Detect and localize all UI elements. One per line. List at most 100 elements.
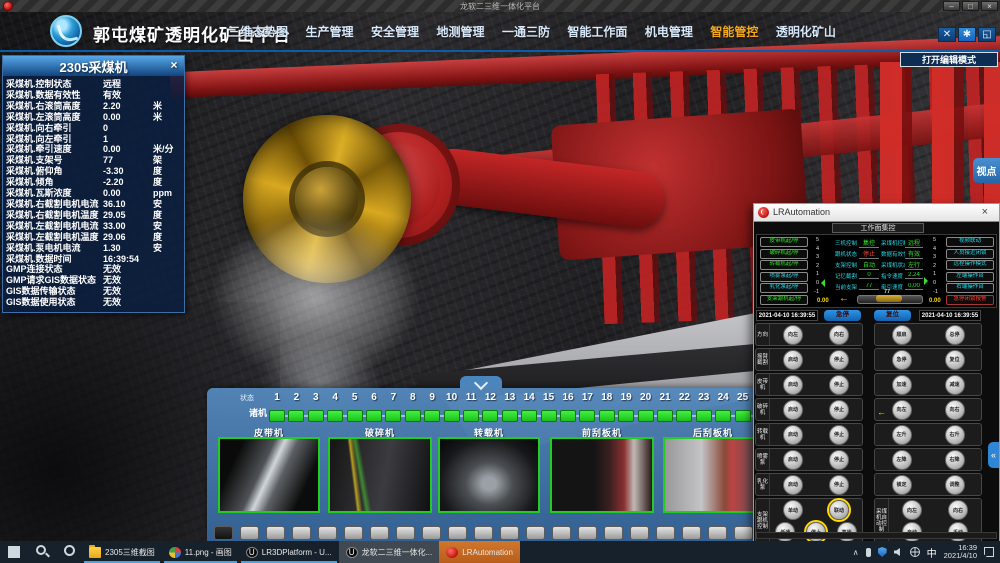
taskbar-item[interactable]: 2305三维截图 [82,541,162,563]
nav-item[interactable]: 生产管理 [305,23,353,40]
close-icon[interactable]: × [167,58,181,72]
restore-icon[interactable]: ◱ [978,27,996,42]
round-button[interactable]: 向左 [783,325,803,345]
round-button[interactable]: 左降 [892,450,912,470]
round-button[interactable]: 向右 [829,325,849,345]
round-button[interactable]: 停止 [829,375,849,395]
round-button[interactable]: 启动 [783,475,803,495]
ime-indicator[interactable]: 中 [927,545,937,560]
workface-control-tab[interactable]: 工作面集控 [832,223,924,233]
nav-item[interactable]: 三维态势图 [228,23,288,40]
taskbar-item[interactable]: ULR3DPlatform - U... [239,541,339,563]
filmstrip-frame[interactable] [656,526,675,540]
function-button[interactable]: 视频联动 [946,237,994,247]
filmstrip-frame[interactable] [604,526,623,540]
function-button[interactable]: 远程操作模式 [946,260,994,270]
round-button[interactable]: 左升 [892,425,912,445]
function-button[interactable]: 右端操作台 [946,283,994,293]
taskbar-item[interactable]: LRAutomation [439,541,520,563]
filmstrip-frame[interactable] [370,526,389,540]
function-button[interactable]: 左端操作台 [946,272,994,282]
round-button[interactable]: 停止 [829,350,849,370]
filmstrip-frame[interactable] [266,526,285,540]
round-button[interactable]: 顺启 [892,325,912,345]
nav-item[interactable]: 一通三防 [502,23,550,40]
function-button[interactable]: 乳化泵起/停 [760,283,808,293]
filmstrip-frame[interactable] [292,526,311,540]
open-edit-mode-button[interactable]: 打开编辑模式 [900,52,998,67]
filmstrip-frame[interactable] [318,526,337,540]
viewpoint-tab[interactable]: 视点 [973,158,1000,183]
round-button[interactable]: 单动 [783,500,803,520]
clock[interactable]: 16:39 2021/4/10 [944,544,977,561]
filmstrip-frame[interactable] [396,526,415,540]
nav-item[interactable]: 智能管控 [710,23,758,40]
round-button[interactable]: 总停 [945,325,965,345]
round-button[interactable]: 右降 [945,450,965,470]
close-icon[interactable]: × [982,206,988,218]
round-button[interactable]: 启动 [783,350,803,370]
filmstrip-frame[interactable] [552,526,571,540]
nav-item[interactable]: 安全管理 [371,23,419,40]
nav-item[interactable]: 地测管理 [436,23,484,40]
nav-item[interactable]: 机电管理 [645,23,693,40]
tray-expand-icon[interactable]: ∧ [853,548,859,557]
round-button[interactable]: 调整 [945,475,965,495]
round-button[interactable]: 停止 [829,450,849,470]
function-button[interactable]: 人员接近闭锁 [946,249,994,259]
function-button[interactable]: 喷雾泵起/停 [760,272,808,282]
search-icon[interactable] [36,545,46,555]
filmstrip-frame[interactable] [422,526,441,540]
round-button[interactable]: 联动 [829,500,849,520]
cortana-icon[interactable] [64,545,75,556]
nav-item[interactable]: 透明化矿山 [776,23,836,40]
round-button[interactable]: 启动 [783,375,803,395]
round-button[interactable]: 向左 [902,500,922,520]
filmstrip-frame[interactable] [240,526,259,540]
round-button[interactable]: 启动 [783,450,803,470]
function-button[interactable]: 支架跟机起/停 [760,295,808,305]
round-button[interactable]: 启动 [783,400,803,420]
round-button[interactable]: 复位 [945,350,965,370]
microphone-icon[interactable] [866,548,871,557]
filmstrip-frame[interactable] [630,526,649,540]
round-button[interactable]: 停止 [829,425,849,445]
camera-thumbnail[interactable] [663,437,763,513]
maximize-button[interactable]: □ [962,1,979,11]
round-button[interactable]: 向左 [892,400,912,420]
filmstrip-frame[interactable] [474,526,493,540]
collapse-down-icon[interactable] [460,376,502,388]
filmstrip-frame[interactable] [500,526,519,540]
filmstrip-frame[interactable] [708,526,727,540]
gear-icon[interactable]: ✱ [958,27,976,42]
collapse-left-icon[interactable]: « [988,442,999,468]
function-button[interactable]: 转载机起/停 [760,260,808,270]
close-button[interactable]: × [981,1,998,11]
taskbar-item[interactable]: U龙软二三维一体化... [339,541,440,563]
round-button[interactable]: 锁定 [892,475,912,495]
round-button[interactable]: 停止 [829,475,849,495]
round-button[interactable]: 向右 [948,500,968,520]
function-button[interactable]: 皮带机起/停 [760,237,808,247]
round-button[interactable]: 右升 [945,425,965,445]
notification-icon[interactable] [984,547,994,557]
camera-thumbnail[interactable] [550,437,654,513]
filmstrip-frame[interactable] [578,526,597,540]
filmstrip-frame[interactable] [682,526,701,540]
camera-thumbnail[interactable] [218,437,320,513]
reset-button[interactable]: 复位 [874,310,911,321]
filmstrip-frame[interactable] [734,526,753,540]
round-button[interactable]: 急停 [892,350,912,370]
function-button[interactable]: 破碎机起/停 [760,249,808,259]
speaker-icon[interactable] [894,548,903,557]
defender-shield-icon[interactable] [878,547,887,557]
minimize-button[interactable]: – [943,1,960,11]
start-button[interactable] [8,546,20,558]
filmstrip-frame[interactable] [214,526,233,540]
filmstrip-frame[interactable] [344,526,363,540]
position-slider[interactable]: 77 [857,295,923,304]
round-button[interactable]: 减速 [945,375,965,395]
estop-button[interactable]: 急停 [824,310,861,321]
filmstrip-frame[interactable] [526,526,545,540]
function-button[interactable]: 急停闭锁报警 [946,295,994,305]
